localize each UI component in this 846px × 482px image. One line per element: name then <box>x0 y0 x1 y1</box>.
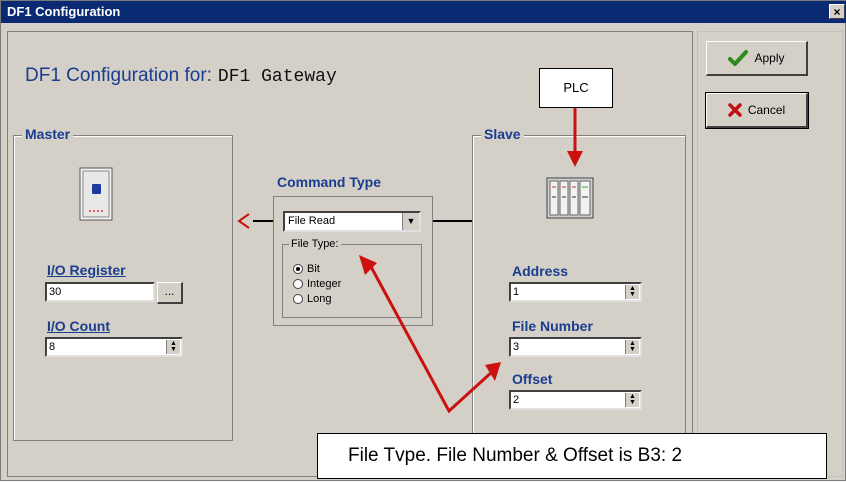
spin-icon[interactable]: ▲ ▼ <box>166 340 180 354</box>
config-header: DF1 Configuration for: DF1 Gateway <box>25 65 337 87</box>
file-number-value: 3 <box>513 341 520 353</box>
master-device-icon <box>79 167 113 221</box>
browse-button[interactable]: ... <box>157 282 183 304</box>
cancel-label: Cancel <box>747 103 786 117</box>
file-number-label: File Number <box>512 318 593 334</box>
header-label: DF1 Configuration for: <box>25 65 212 86</box>
device-name: DF1 Gateway <box>217 67 337 87</box>
offset-value: 2 <box>513 394 520 406</box>
io-register-label: I/O Register <box>47 262 126 278</box>
dialog-window: DF1 Configuration × DF1 Configuration fo… <box>0 0 846 481</box>
spin-icon[interactable]: ▲ ▼ <box>625 340 639 354</box>
io-register-input[interactable]: 30 <box>45 282 155 302</box>
radio-long-indicator <box>293 294 303 304</box>
radio-bit-label: Bit <box>307 263 320 275</box>
offset-input[interactable]: 2 ▲ ▼ <box>509 390 642 410</box>
slave-legend: Slave <box>481 126 524 142</box>
spin-icon[interactable]: ▲ ▼ <box>625 285 639 299</box>
radio-bit-indicator <box>293 264 303 274</box>
offset-label: Offset <box>512 371 553 387</box>
radio-bit[interactable]: Bit <box>293 263 320 275</box>
slave-rack-icon <box>546 177 594 219</box>
radio-integer-indicator <box>293 279 303 289</box>
apply-button[interactable]: Apply <box>706 41 808 76</box>
check-icon <box>728 50 749 66</box>
cancel-button[interactable]: Cancel <box>705 92 809 129</box>
note-callout: File Tvpe. File Number & Offset is B3: 2 <box>317 433 827 479</box>
command-type-value: File Read <box>288 215 336 227</box>
io-count-value: 8 <box>49 341 56 353</box>
io-count-label: I/O Count <box>47 318 110 334</box>
window-title: DF1 Configuration <box>7 4 121 19</box>
radio-integer[interactable]: Integer <box>293 278 341 290</box>
plc-callout: PLC <box>539 68 613 108</box>
x-icon <box>728 103 742 117</box>
title-bar: DF1 Configuration × <box>1 1 846 23</box>
command-type-select[interactable]: File Read ▼ <box>283 211 421 232</box>
address-value: 1 <box>513 286 520 298</box>
spin-icon[interactable]: ▲ ▼ <box>625 393 639 407</box>
address-input[interactable]: 1 ▲ ▼ <box>509 282 642 302</box>
radio-long-label: Long <box>307 293 332 305</box>
apply-label: Apply <box>754 51 785 65</box>
io-count-input[interactable]: 8 ▲ ▼ <box>45 337 183 357</box>
close-button[interactable]: × <box>829 4 845 19</box>
command-type-label: Command Type <box>277 174 381 190</box>
file-type-legend: File Type: <box>289 238 341 250</box>
dropdown-arrow-icon[interactable]: ▼ <box>402 213 419 230</box>
address-label: Address <box>512 263 569 279</box>
file-number-input[interactable]: 3 ▲ ▼ <box>509 337 642 357</box>
master-legend: Master <box>22 126 74 142</box>
radio-long[interactable]: Long <box>293 293 331 305</box>
radio-integer-label: Integer <box>307 278 342 290</box>
